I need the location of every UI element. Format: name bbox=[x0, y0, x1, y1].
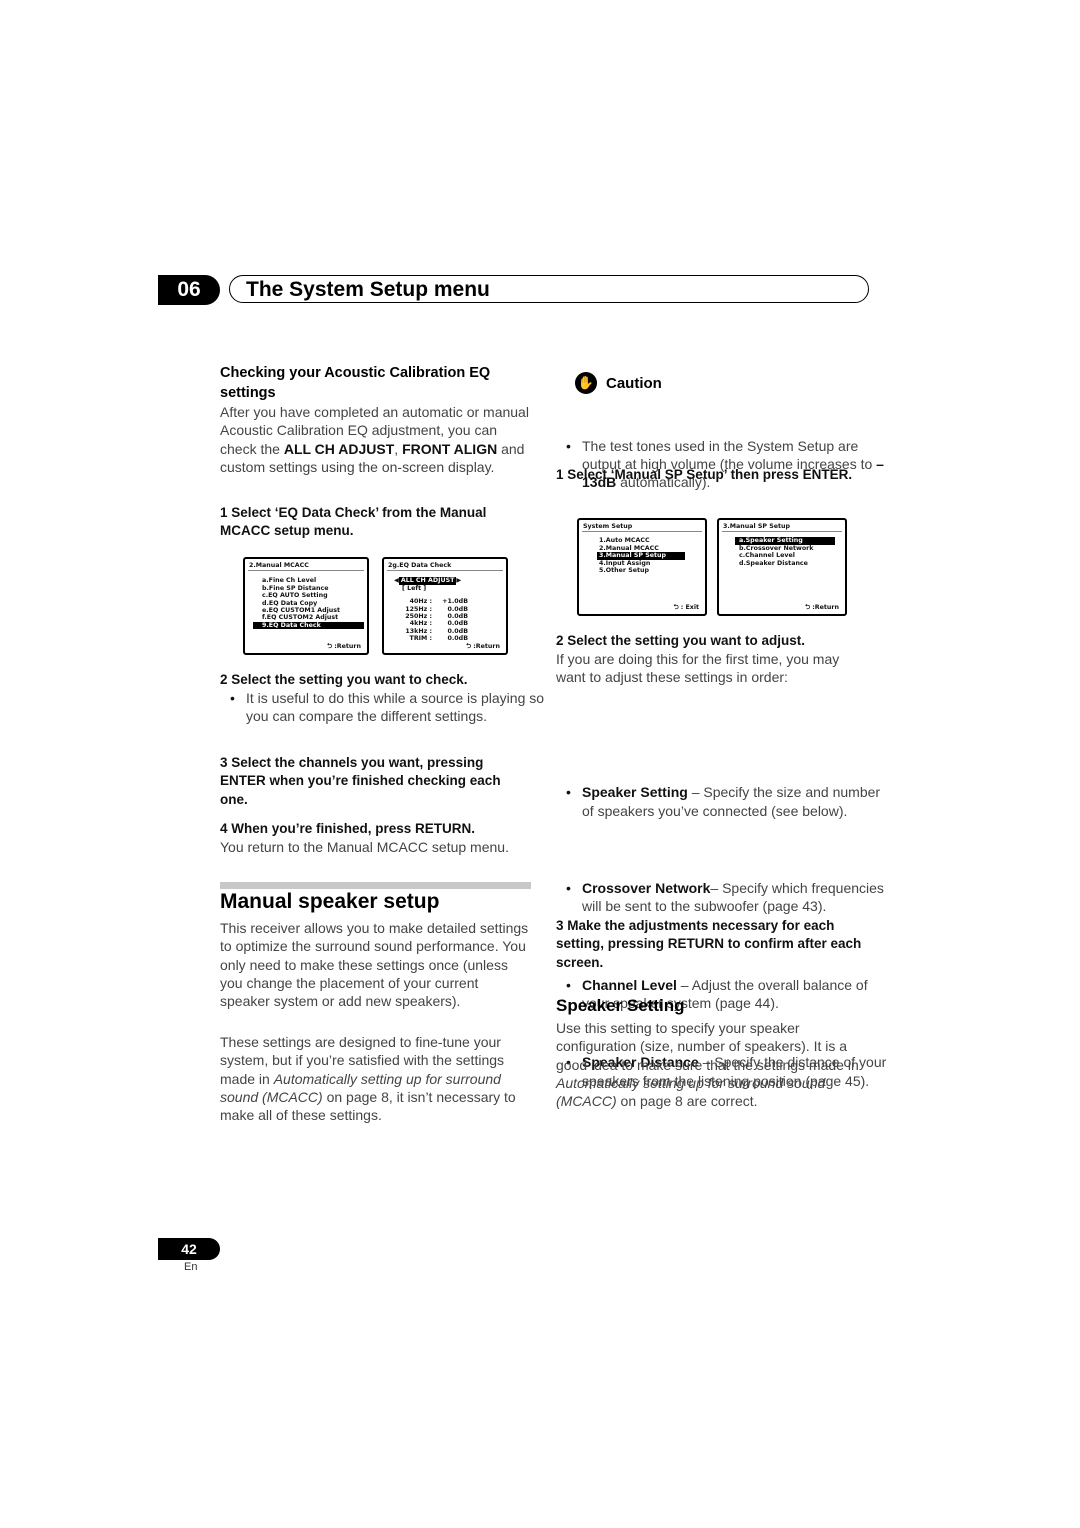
step-2: 2 Select the setting you want to check. bbox=[220, 672, 468, 687]
setting-bullet: Speaker Setting – Specify the size and n… bbox=[556, 783, 894, 820]
eq-row: 40Hz : +1.0dB bbox=[384, 598, 506, 605]
bold-term: ALL CH ADJUST bbox=[283, 440, 395, 457]
step-2: 2 Select the setting you want to adjust. bbox=[556, 633, 806, 648]
eq-value: 0.0dB bbox=[447, 605, 468, 613]
eq-value: 0.0dB bbox=[447, 627, 468, 635]
eq-row: TRIM : 0.0dB bbox=[384, 635, 506, 642]
subsection-title-speaker-setting: Speaker Setting bbox=[556, 996, 685, 1015]
menu-item: c.Channel Level bbox=[739, 552, 795, 560]
eq-value: 0.0dB bbox=[447, 635, 468, 643]
step-2-bullet: It is useful to do this while a source i… bbox=[220, 689, 558, 726]
screen-title: System Setup bbox=[582, 520, 702, 533]
osd-manual-mcacc: 2.Manual MCACC a.Fine Ch Level b.Fine SP… bbox=[243, 557, 369, 655]
screen-title: 2.Manual MCACC bbox=[248, 559, 364, 572]
setting-bullet: Crossover Network– Specify which frequen… bbox=[556, 879, 894, 916]
selector-value: ALL CH ADJUST bbox=[398, 577, 457, 585]
menu-item: b.Fine SP Distance bbox=[262, 584, 329, 592]
menu-item-selected: 9.EQ Data Check bbox=[253, 621, 364, 630]
step-2-text: If you are doing this for the first time… bbox=[556, 651, 840, 686]
eq-band: 40Hz : bbox=[409, 598, 432, 606]
menu-item: 1.Auto MCACC bbox=[599, 537, 650, 545]
menu-item: f.EQ CUSTOM2 Adjust bbox=[262, 614, 339, 622]
screen-title: 2g.EQ Data Check bbox=[387, 559, 503, 572]
eq-band: 4kHz : bbox=[409, 620, 432, 628]
text: , bbox=[394, 440, 403, 457]
bullet-term: Speaker Setting bbox=[582, 784, 688, 801]
return-hint: ⮌ :Return bbox=[466, 642, 500, 650]
bullet-term: Channel Level bbox=[582, 976, 677, 993]
menu-item: 2.Manual MCACC bbox=[599, 544, 659, 552]
step-3: 3 Make the adjustments necessary for eac… bbox=[556, 918, 862, 970]
step-1: 1 Select ‘EQ Data Check’ from the Manual… bbox=[220, 505, 487, 539]
eq-row: 4kHz : 0.0dB bbox=[384, 620, 506, 627]
eq-row: 125Hz : 0.0dB bbox=[384, 606, 506, 613]
chapter-number: 06 bbox=[158, 275, 220, 305]
return-hint: ⮌ :Return bbox=[327, 642, 361, 650]
step-3: 3 Select the channels you want, pressing… bbox=[220, 755, 501, 807]
caution-title: Caution bbox=[606, 375, 662, 392]
bold-term: FRONT ALIGN bbox=[402, 440, 498, 457]
text: Use this setting to specify your speaker… bbox=[556, 1020, 859, 1073]
channel-selector: ◀ ALL CH ADJUST ▶ bbox=[394, 577, 462, 585]
text: on page 8 are correct. bbox=[616, 1093, 758, 1110]
eq-band: TRIM : bbox=[409, 635, 432, 643]
eq-value: +1.0dB bbox=[442, 598, 468, 606]
section-rule bbox=[220, 882, 531, 889]
menu-item: d.Speaker Distance bbox=[739, 559, 808, 567]
osd-system-setup: System Setup 1.Auto MCACC 2.Manual MCACC… bbox=[577, 518, 707, 616]
eq-row: 13kHz : 0.0dB bbox=[384, 628, 506, 635]
screen-title: 3.Manual SP Setup bbox=[722, 520, 842, 533]
eq-value: 0.0dB bbox=[447, 613, 468, 621]
menu-item: 4.Input Assign bbox=[599, 559, 651, 567]
section-title-manual-speaker-setup: Manual speaker setup bbox=[220, 890, 440, 913]
section-heading-eq-check: Checking your Acoustic Calibration EQ se… bbox=[220, 365, 491, 401]
menu-item-selected: a.Speaker Setting bbox=[735, 537, 835, 545]
hand-stop-icon: ✋ bbox=[575, 372, 597, 394]
osd-eq-data-check: 2g.EQ Data Check ◀ ALL CH ADJUST ▶ [ Left … bbox=[382, 557, 508, 655]
paragraph: This receiver allows you to make detaile… bbox=[220, 920, 529, 1010]
page-number: 42 bbox=[158, 1238, 220, 1260]
menu-item-selected: 3.Manual SP Setup bbox=[597, 552, 685, 560]
menu-item: e.EQ CUSTOM1 Adjust bbox=[262, 607, 341, 615]
eq-band: 13kHz : bbox=[405, 627, 432, 635]
step-4: 4 When you’re finished, press RETURN. bbox=[220, 821, 476, 836]
menu-item: a.Fine Ch Level bbox=[262, 577, 317, 585]
eq-value: 0.0dB bbox=[447, 620, 468, 628]
eq-band: 125Hz : bbox=[405, 605, 432, 613]
intro-paragraph: After you have completed an automatic or… bbox=[220, 403, 532, 476]
exit-hint: ⮌ : Exit bbox=[673, 603, 699, 611]
paragraph: These settings are designed to fine-tune… bbox=[220, 1033, 532, 1124]
eq-band: 250Hz : bbox=[405, 613, 432, 621]
menu-item: d.EQ Data Copy bbox=[262, 599, 318, 607]
menu-item: c.EQ AUTO Setting bbox=[262, 592, 328, 600]
return-hint: ⮌ :Return bbox=[805, 603, 839, 611]
step-1: 1 Select ‘Manual SP Setup’ then press EN… bbox=[556, 467, 853, 482]
menu-item: b.Crossover Network bbox=[739, 544, 814, 552]
eq-row: 250Hz : 0.0dB bbox=[384, 613, 506, 620]
manual-page: 06 The System Setup menu Checking your A… bbox=[0, 0, 1080, 1528]
paragraph: Use this setting to specify your speaker… bbox=[556, 1019, 868, 1110]
language-code: En bbox=[184, 1261, 198, 1273]
menu-item: 5.Other Setup bbox=[599, 567, 649, 575]
step-4-text: You return to the Manual MCACC setup men… bbox=[220, 839, 509, 855]
chapter-title: The System Setup menu bbox=[229, 275, 869, 303]
osd-manual-sp-setup: 3.Manual SP Setup a.Speaker Setting b.Cr… bbox=[717, 518, 847, 616]
bullet-term: Crossover Network bbox=[582, 880, 711, 897]
channel-value: [ Left ] bbox=[402, 584, 427, 592]
